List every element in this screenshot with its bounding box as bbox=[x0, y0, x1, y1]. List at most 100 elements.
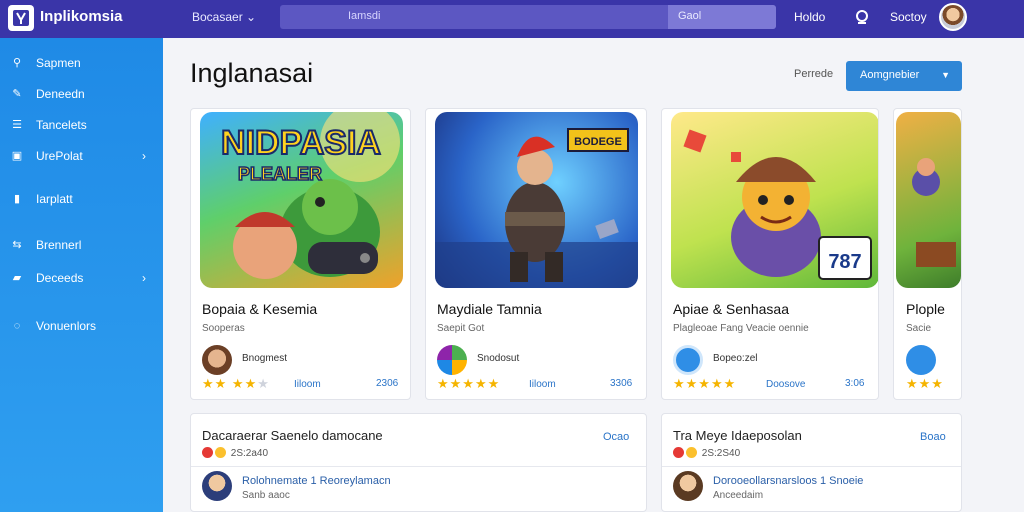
game-subtitle: Sacie bbox=[906, 323, 932, 334]
star-rating: ★★★★★ bbox=[437, 376, 501, 391]
sidebar-item-label: Vonuenlors bbox=[36, 319, 97, 333]
divider bbox=[662, 466, 961, 467]
star-rating: ★★★★★ bbox=[673, 376, 737, 391]
star-rating: ★★ ★★★ bbox=[202, 376, 270, 391]
page-title: Inglanasai bbox=[190, 58, 314, 88]
notification-icon[interactable] bbox=[853, 8, 871, 26]
developer-name[interactable]: Bnogmest bbox=[242, 353, 287, 364]
game-title[interactable]: Apiae & Senhasaa bbox=[673, 301, 789, 317]
panel-title: Dacaraerar Saenelo damocane bbox=[202, 428, 383, 443]
list-icon: ☰ bbox=[12, 119, 22, 131]
search-bar[interactable]: Iamsdi Gaol bbox=[280, 5, 776, 29]
sidebar-item-urepolat[interactable]: ▣ UrePolat › bbox=[0, 144, 163, 168]
developer-name[interactable]: Snodosut bbox=[477, 353, 519, 364]
sidebar-item-label: Iarplatt bbox=[36, 192, 73, 206]
artwork-title-top: NIDPASIA bbox=[221, 124, 381, 162]
game-price: 2306 bbox=[376, 378, 399, 389]
developer-avatar[interactable] bbox=[673, 345, 703, 375]
view-link[interactable]: Iiloom bbox=[294, 379, 321, 390]
sidebar-item-label: UrePolat bbox=[36, 149, 83, 163]
chevron-right-icon: › bbox=[142, 149, 146, 163]
panel-meta-text: 2S:2S40 bbox=[701, 448, 741, 459]
share-icon: ⇆ bbox=[12, 239, 22, 251]
app-logo-icon[interactable] bbox=[8, 5, 34, 31]
game-title[interactable]: Plople bbox=[906, 301, 945, 317]
game-thumbnail[interactable] bbox=[896, 112, 961, 288]
game-subtitle: Plagleoae Fang Veacie oennie bbox=[673, 323, 809, 334]
search-button[interactable]: Gaol bbox=[668, 5, 776, 29]
sidebar-item-label: Sapmen bbox=[36, 56, 81, 70]
chevron-down-icon: ⌄ bbox=[246, 10, 257, 24]
avatar[interactable] bbox=[202, 471, 232, 501]
chevron-right-icon: › bbox=[142, 271, 146, 285]
game-artwork: 787 bbox=[683, 129, 872, 280]
developer-avatar[interactable] bbox=[437, 345, 467, 375]
developer-avatar[interactable] bbox=[906, 345, 936, 375]
panel-meta: 2S:2S40 bbox=[673, 447, 740, 459]
help-link[interactable]: Holdo bbox=[794, 10, 825, 24]
view-more-link[interactable]: Ocao bbox=[603, 431, 629, 443]
sidebar-item-label: Deceeds bbox=[36, 271, 84, 285]
sidebar-item-tancelets[interactable]: ☰ Tancelets bbox=[0, 113, 163, 137]
game-artwork: BODEGE bbox=[435, 128, 638, 288]
game-card[interactable]: Plople Sacie ★★★ bbox=[893, 108, 962, 400]
search-input[interactable]: Iamsdi bbox=[348, 10, 380, 22]
filter-label[interactable]: Perrede bbox=[794, 68, 833, 80]
sort-dropdown[interactable]: Aomgnebier ▼ bbox=[846, 61, 962, 91]
sidebar-item-label: Deneedn bbox=[36, 87, 85, 101]
game-thumbnail[interactable]: NIDPASIA PLEALER bbox=[200, 112, 403, 288]
chat-icon: ▰ bbox=[12, 272, 22, 284]
activity-panel: Tra Meye Idaeposolan Boao 2S:2S40 Dorooe… bbox=[661, 413, 962, 512]
developer-avatar[interactable] bbox=[202, 345, 232, 375]
app-title[interactable]: Inplikomsia bbox=[40, 8, 123, 25]
view-more-link[interactable]: Boao bbox=[920, 431, 946, 443]
game-card[interactable]: 787 Apiae & Senhasaa Plagleoae Fang Veac… bbox=[661, 108, 879, 400]
yellow-dot-icon bbox=[215, 447, 226, 458]
sidebar: ⚲ Sapmen ✎ Deneedn ☰ Tancelets ▣ UrePola… bbox=[0, 38, 163, 512]
game-title[interactable]: Bopaia & Kesemia bbox=[202, 301, 317, 317]
sidebar-item-deceeds[interactable]: ▰ Deceeds › bbox=[0, 266, 163, 290]
user-avatar[interactable] bbox=[939, 3, 967, 31]
top-bar: Inplikomsia Bocasaer ⌄ Iamsdi Gaol Holdo… bbox=[0, 0, 1024, 38]
sidebar-item-vonuenlors[interactable]: ◌ Vonuenlors bbox=[0, 314, 163, 338]
game-price: 3:06 bbox=[845, 378, 865, 389]
caret-down-icon: ▼ bbox=[941, 70, 950, 80]
signin-link[interactable]: Soctoy bbox=[890, 10, 927, 24]
pen-icon: ✎ bbox=[12, 88, 22, 100]
dropdown-value: Aomgnebier bbox=[860, 69, 920, 81]
list-item-title[interactable]: Rolohnemate 1 Reoreylamacn bbox=[242, 475, 391, 487]
sidebar-item-deneedn[interactable]: ✎ Deneedn bbox=[0, 82, 163, 106]
sidebar-item-label: Tancelets bbox=[36, 118, 87, 132]
view-link[interactable]: Iiloom bbox=[529, 379, 556, 390]
game-price: 3306 bbox=[610, 378, 633, 389]
red-dot-icon bbox=[673, 447, 684, 458]
grid-icon: ▣ bbox=[11, 150, 23, 162]
sidebar-item-brennerl[interactable]: ⇆ Brennerl bbox=[0, 233, 163, 257]
browse-menu[interactable]: Bocasaer ⌄ bbox=[192, 10, 256, 24]
sidebar-item-iarplatt[interactable]: ▮ Iarplatt bbox=[0, 187, 163, 211]
list-item-subtitle: Anceedaim bbox=[713, 490, 764, 501]
game-thumbnail[interactable]: BODEGE bbox=[435, 112, 638, 288]
game-subtitle: Sooperas bbox=[202, 323, 245, 334]
game-artwork: NIDPASIA PLEALER bbox=[220, 112, 400, 279]
artwork-title-top: 787 bbox=[828, 251, 861, 273]
bubble-icon: ◌ bbox=[13, 320, 21, 332]
panel-meta-text: 2S:2a40 bbox=[230, 448, 269, 459]
list-item-subtitle: Sanb aaoc bbox=[242, 490, 290, 501]
game-card[interactable]: BODEGE Maydiale Tamnia Saepit Got Snodos… bbox=[425, 108, 647, 400]
game-thumbnail[interactable]: 787 bbox=[671, 112, 878, 288]
view-link[interactable]: Doosove bbox=[766, 379, 805, 390]
avatar[interactable] bbox=[673, 471, 703, 501]
page-icon: ▮ bbox=[13, 193, 21, 205]
game-title[interactable]: Maydiale Tamnia bbox=[437, 301, 542, 317]
game-artwork bbox=[912, 158, 956, 267]
panel-title: Tra Meye Idaeposolan bbox=[673, 428, 802, 443]
sidebar-item-sapmen[interactable]: ⚲ Sapmen bbox=[0, 51, 163, 75]
panel-meta: 2S:2a40 bbox=[202, 447, 268, 459]
developer-name[interactable]: Bopeo:zel bbox=[713, 353, 757, 364]
link-icon: ⚲ bbox=[12, 57, 22, 69]
game-card[interactable]: NIDPASIA PLEALER Bopaia & Kesemia Sooper… bbox=[190, 108, 411, 400]
divider bbox=[191, 466, 646, 467]
yellow-dot-icon bbox=[686, 447, 697, 458]
list-item-title[interactable]: Dorooeollarsnarsloos 1 Snoeie bbox=[713, 475, 863, 487]
